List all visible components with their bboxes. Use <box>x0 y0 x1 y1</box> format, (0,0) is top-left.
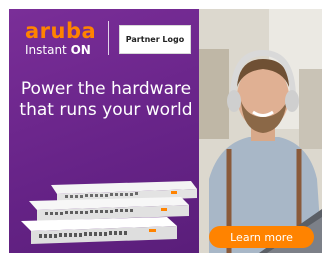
switch-front <box>21 217 177 244</box>
ad-headline: Power the hardware that runs your world <box>19 79 193 120</box>
learn-more-button[interactable]: Learn more <box>209 226 314 248</box>
logo-divider <box>108 21 109 55</box>
instant-on-label: Instant ON <box>25 43 96 57</box>
on-text: ON <box>70 43 91 57</box>
network-switches-image <box>21 181 197 244</box>
aruba-wordmark: aruba <box>25 19 97 43</box>
instant-text: Instant <box>25 43 71 57</box>
banner-ad[interactable]: aruba Instant ON Partner Logo Power the … <box>9 9 322 253</box>
aruba-logo: aruba Instant ON <box>25 19 97 58</box>
ad-left-panel: aruba Instant ON Partner Logo Power the … <box>9 9 199 253</box>
smiling-man-photo <box>199 9 322 253</box>
partner-logo-box: Partner Logo <box>119 25 191 54</box>
